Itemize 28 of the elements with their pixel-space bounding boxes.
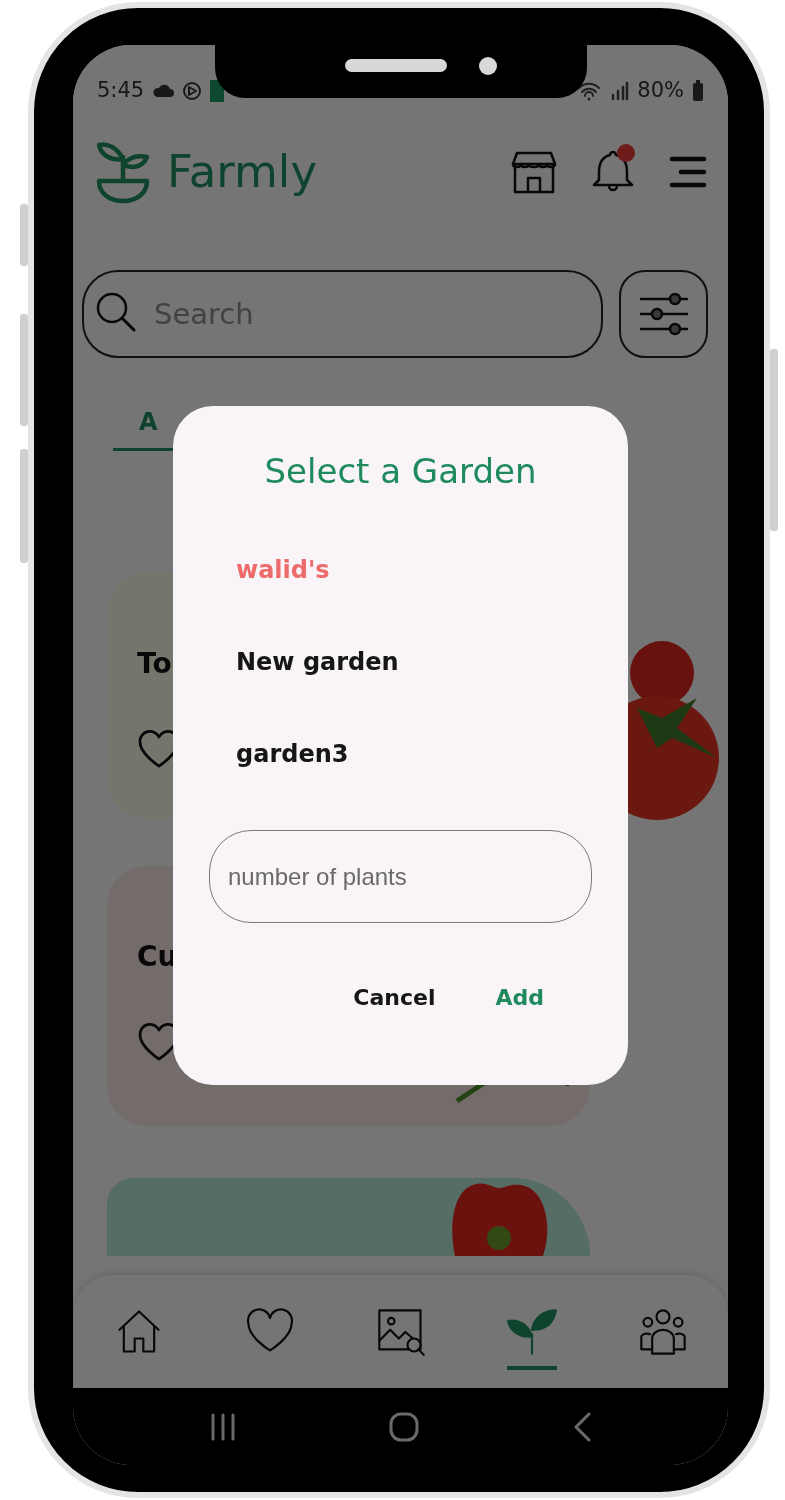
cloud-icon <box>152 84 175 98</box>
filter-button[interactable] <box>619 270 708 358</box>
status-time: 5:45 <box>97 77 145 105</box>
sprout-logo-icon <box>95 139 151 205</box>
cancel-button[interactable]: Cancel <box>335 973 454 1022</box>
app-icon <box>182 81 203 101</box>
add-button[interactable]: Add <box>477 973 562 1022</box>
active-indicator <box>506 1366 557 1370</box>
signal-icon <box>609 81 630 101</box>
menu-button[interactable] <box>669 156 707 188</box>
home-button[interactable] <box>388 1410 421 1443</box>
dialog-title: Select a Garden <box>263 450 538 493</box>
camera-dot <box>479 57 497 75</box>
sprout-icon <box>505 1306 558 1358</box>
store-icon <box>511 150 557 194</box>
app-title: Farmly <box>167 144 317 201</box>
app-icon <box>210 80 225 102</box>
garden-option[interactable]: garden3 <box>209 708 592 800</box>
plants-number-field[interactable]: number of plants <box>209 830 592 923</box>
battery-icon <box>692 80 704 102</box>
store-button[interactable] <box>511 150 557 194</box>
sliders-icon <box>638 291 689 337</box>
product-card[interactable] <box>107 1178 590 1256</box>
garden-option[interactable]: New garden <box>209 616 592 708</box>
card-title: To <box>137 646 172 682</box>
search-icon <box>94 290 138 334</box>
battery-level: 80% <box>637 77 684 105</box>
menu-icon <box>669 156 707 188</box>
